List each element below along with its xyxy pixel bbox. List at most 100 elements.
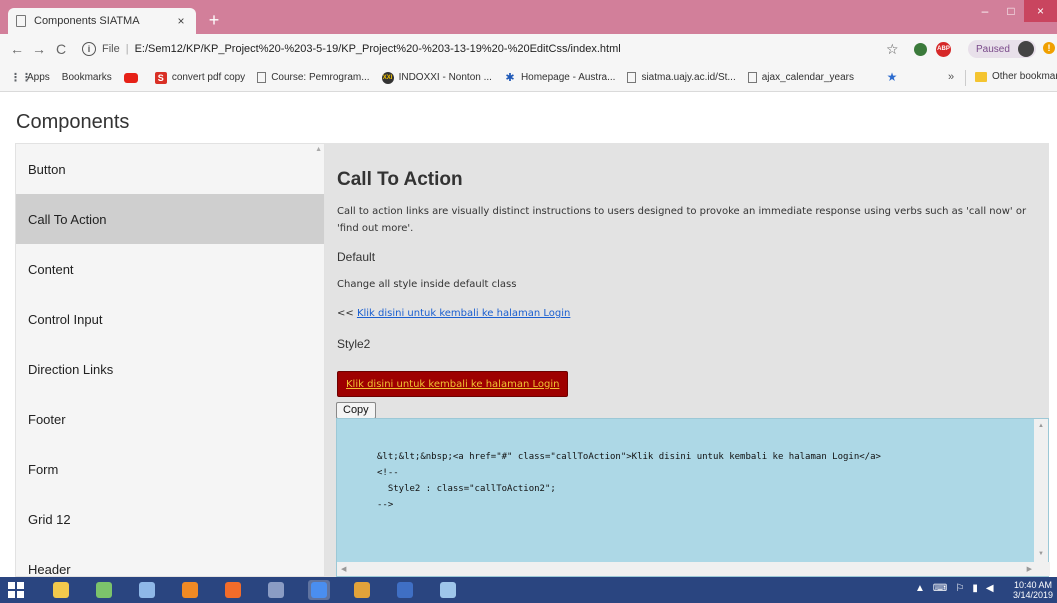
sidebar-item-control-input[interactable]: Control Input <box>16 294 324 344</box>
taskbar-app[interactable] <box>265 580 287 600</box>
url-separator: | <box>125 43 129 55</box>
taskbar-app[interactable] <box>308 580 330 600</box>
forward-button[interactable]: → <box>28 41 50 57</box>
scroll-up-arrow-icon[interactable]: ▲ <box>1038 423 1044 429</box>
sublime-text-icon <box>182 582 198 598</box>
default-style-heading: Default <box>337 250 376 264</box>
taskbar-app[interactable] <box>93 580 115 600</box>
info-icon[interactable]: i <box>82 42 96 56</box>
browser-tab[interactable]: Components SIATMA × <box>8 8 196 34</box>
taskbar-app[interactable] <box>351 580 373 600</box>
minimize-button[interactable]: – <box>972 0 998 22</box>
paint-icon <box>440 582 456 598</box>
close-window-button[interactable]: × <box>1024 0 1057 22</box>
component-description: Call to action links are visually distin… <box>337 206 1027 234</box>
network-icon <box>139 582 155 598</box>
sidebar-item-header[interactable]: Header <box>16 544 324 577</box>
keyboard-icon[interactable]: ⌨ <box>933 583 947 594</box>
bookmark-course[interactable]: Course: Pemrogram... <box>257 72 370 83</box>
bookmark-bookmarks[interactable]: ★ Bookmarks <box>62 71 898 83</box>
browser-toolbar: ← → C i File | E:/Sem12/KP/KP_Project%20… <box>0 34 1057 64</box>
taskbar-app[interactable] <box>136 580 158 600</box>
star-icon: ★ <box>886 70 898 84</box>
taskbar-app[interactable] <box>222 580 244 600</box>
doc-icon <box>257 72 267 83</box>
windows-start-icon[interactable] <box>8 582 24 598</box>
new-tab-button[interactable]: + <box>204 11 224 31</box>
sidebar-item-footer[interactable]: Footer <box>16 394 324 444</box>
doc-icon <box>627 72 637 83</box>
clock-date: 3/14/2019 <box>1012 590 1054 600</box>
signal-icon[interactable]: ▮ <box>972 583 978 594</box>
bookmark-label: Apps <box>27 72 50 83</box>
default-cta-example: << Klik disini untuk kembali ke halaman … <box>337 308 570 319</box>
bookmark-star-icon[interactable]: ☆ <box>886 41 899 58</box>
doc-icon <box>747 72 757 83</box>
code-line: --> <box>377 500 394 510</box>
component-detail-panel: Call To Action Call to action links are … <box>325 143 1050 577</box>
close-tab-icon[interactable]: × <box>174 14 188 28</box>
more-bookmarks-button[interactable]: » <box>948 71 954 83</box>
bookmarks-bar: ⋮⋮ Apps ★ Bookmarks S convert pdf copy C… <box>0 64 1057 92</box>
bookmark-label: Course: Pemrogram... <box>271 72 370 83</box>
clock-time: 10:40 AM <box>1013 580 1053 590</box>
bookmark-label: convert pdf copy <box>171 72 246 83</box>
adblock-plus-icon[interactable]: ABP <box>936 42 951 57</box>
bookmark-homepage[interactable]: ✱ Homepage - Austra... <box>504 71 616 84</box>
sidebar-item-form[interactable]: Form <box>16 444 324 494</box>
url-scheme: File <box>102 43 120 55</box>
taskbar-app[interactable] <box>394 580 416 600</box>
volume-icon[interactable]: ◀ <box>986 583 994 594</box>
sidebar-item-direction-links[interactable]: Direction Links <box>16 344 324 394</box>
style2-login-button[interactable]: Klik disini untuk kembali ke halaman Log… <box>337 371 569 397</box>
sidebar-item-button[interactable]: Button <box>16 144 324 194</box>
code-snippet: &lt;&lt;&nbsp;<a href="#" class="callToA… <box>377 449 881 513</box>
bookmark-convert-pdf[interactable]: S convert pdf copy <box>154 71 246 84</box>
style2-heading: Style2 <box>337 337 371 351</box>
back-button[interactable]: ← <box>6 41 28 57</box>
other-bookmarks[interactable]: Other bookmarks <box>975 71 1057 82</box>
browser-tab-strip: Components SIATMA × + – □ × <box>0 0 1057 34</box>
profile-paused-button[interactable]: Paused <box>968 40 1036 58</box>
update-alert-icon[interactable]: ! <box>1043 42 1055 54</box>
taskbar-app[interactable] <box>50 580 72 600</box>
scroll-up-arrow-icon[interactable]: ▲ <box>315 146 322 153</box>
taskbar-app[interactable] <box>437 580 459 600</box>
network-icon[interactable]: ⚐ <box>955 583 964 594</box>
code-snippet-box[interactable]: &lt;&lt;&nbsp;<a href="#" class="callToA… <box>336 418 1050 577</box>
bookmark-youtube[interactable] <box>123 72 143 83</box>
scroll-down-arrow-icon[interactable]: ▼ <box>1038 551 1044 557</box>
sql-icon <box>268 582 284 598</box>
bookmark-apps[interactable]: ⋮⋮ Apps <box>10 72 50 84</box>
copy-button[interactable]: Copy <box>336 402 376 419</box>
homepage-icon: ✱ <box>505 71 515 84</box>
code-line: <!-- <box>377 468 399 478</box>
extension-icon[interactable] <box>914 43 927 56</box>
system-tray: ▲ ⌨ ⚐ ▮ ◀ <box>915 583 994 594</box>
url-text[interactable]: E:/Sem12/KP/KP_Project%20-%203-5-19/KP_P… <box>135 43 621 55</box>
maximize-button[interactable]: □ <box>998 0 1024 22</box>
page-title: Components <box>16 111 130 133</box>
bookmark-indoxxi[interactable]: XXI INDOXXI - Nonton ... <box>381 71 492 84</box>
scroll-right-arrow-icon[interactable]: ▶ <box>1027 565 1032 573</box>
address-bar[interactable]: i File | E:/Sem12/KP/KP_Project%20-%203-… <box>82 38 882 60</box>
sidebar-item-grid-12[interactable]: Grid 12 <box>16 494 324 544</box>
sketchup-icon <box>354 582 370 598</box>
system-clock[interactable]: 10:40 AM 3/14/2019 <box>1010 580 1056 600</box>
page-icon <box>16 15 26 27</box>
login-return-link[interactable]: Klik disini untuk kembali ke halaman Log… <box>357 308 570 319</box>
bookmark-label: Homepage - Austra... <box>520 72 616 83</box>
sidebar-item-content[interactable]: Content <box>16 244 324 294</box>
code-line: &lt;&lt;&nbsp;<a href="#" class="callToA… <box>377 452 881 462</box>
tab-title: Components SIATMA <box>34 15 140 27</box>
tray-caret-icon[interactable]: ▲ <box>915 583 925 594</box>
cta-prefix: << <box>337 308 357 319</box>
reload-button[interactable]: C <box>50 41 72 57</box>
bookmark-ajax-calendar[interactable]: ajax_calendar_years <box>747 72 854 83</box>
taskbar-app[interactable] <box>179 580 201 600</box>
vertical-scrollbar[interactable]: ▲ ▼ <box>1034 419 1048 563</box>
horizontal-scrollbar[interactable]: ◀ ▶ <box>337 562 1050 576</box>
scroll-left-arrow-icon[interactable]: ◀ <box>341 565 346 573</box>
bookmark-siatma[interactable]: siatma.uajy.ac.id/St... <box>627 72 736 83</box>
sidebar-item-call-to-action[interactable]: Call To Action <box>16 194 324 244</box>
